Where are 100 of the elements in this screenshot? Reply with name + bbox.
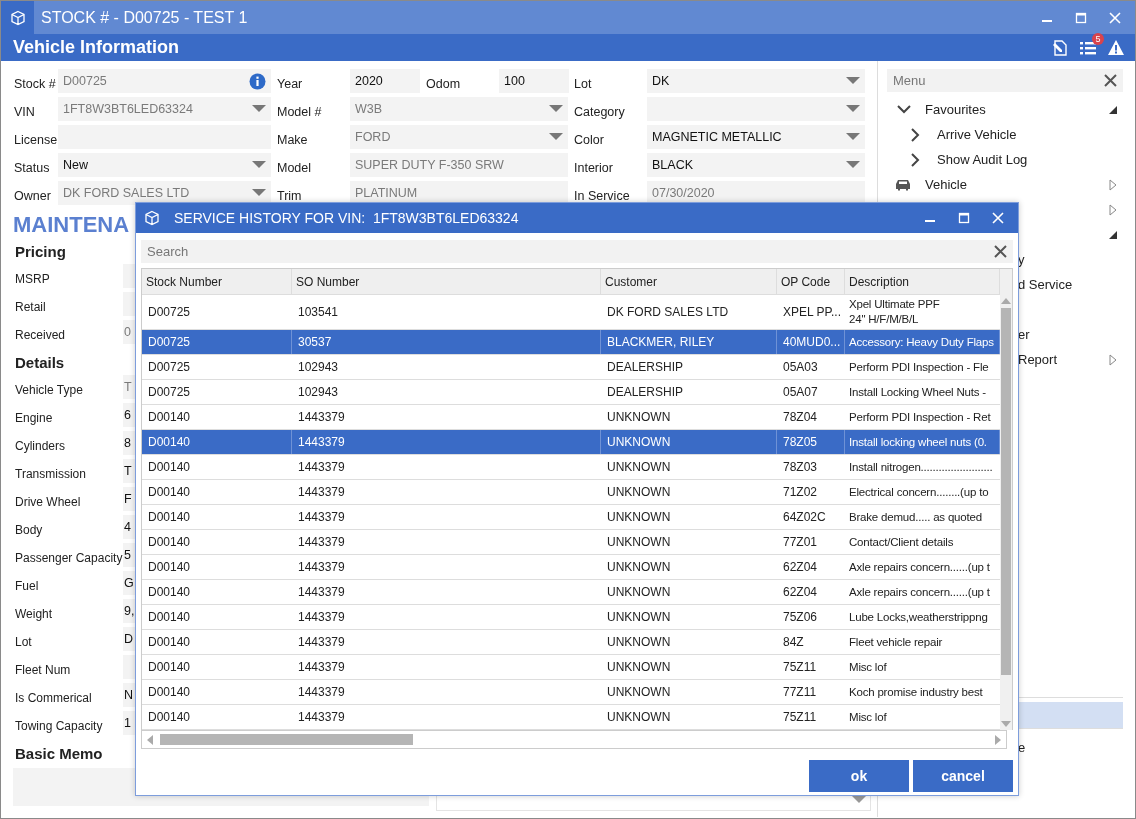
chevron-icon[interactable] bbox=[911, 152, 920, 167]
field-label: Make bbox=[277, 132, 309, 147]
maximize-icon[interactable] bbox=[958, 212, 970, 224]
dropdown-field[interactable]: DK bbox=[647, 69, 865, 93]
table-cell-text: 1443379 bbox=[297, 408, 346, 426]
menu-item[interactable]: d Service bbox=[1018, 277, 1073, 292]
scrollbar-thumb[interactable] bbox=[160, 734, 413, 745]
scrollbar-thumb[interactable] bbox=[1001, 308, 1011, 675]
table-row[interactable]: D00140 1443379 UNKNOWN 62Z04 Axle repairs concern......(up t bbox=[142, 580, 1000, 605]
table-cell-text: 05A07 bbox=[782, 383, 819, 401]
table-cell-text: 05A03 bbox=[782, 358, 819, 376]
section-heading: MAINTENA bbox=[13, 213, 130, 237]
submenu-arrow-icon[interactable] bbox=[1109, 178, 1117, 191]
menu-item[interactable]: er bbox=[1018, 327, 1030, 342]
field-label: Year bbox=[277, 76, 304, 91]
field-label: VIN bbox=[14, 104, 36, 119]
table-cell-text: 102943 bbox=[297, 383, 340, 401]
field-label: Model bbox=[277, 160, 313, 175]
column-header[interactable]: SO Number bbox=[292, 269, 601, 294]
field-label: Odom bbox=[426, 76, 462, 91]
submenu-arrow-icon[interactable] bbox=[1109, 203, 1117, 216]
table-row[interactable]: D00725 102943 DEALERSHIP 05A07 Install Locking Wheel Nuts - bbox=[142, 380, 1000, 405]
menu-item[interactable]: Show Audit Log bbox=[937, 152, 1028, 167]
table-row[interactable]: D00725 30537 BLACKMER, RILEY 40MUD0... Accessory: Heavy Duty Flaps bbox=[142, 330, 1000, 355]
expanded-corner-icon[interactable] bbox=[1109, 105, 1117, 114]
table-cell-text: 1443379 bbox=[297, 608, 346, 626]
column-header[interactable]: Stock Number bbox=[142, 269, 292, 294]
ok-button[interactable]: ok bbox=[809, 760, 909, 792]
table-cell: 30537 bbox=[292, 330, 601, 354]
menu-item[interactable]: Vehicle bbox=[925, 177, 967, 192]
caret-icon[interactable] bbox=[846, 133, 860, 141]
table-cell-text: D00140 bbox=[147, 558, 192, 576]
car-icon bbox=[895, 178, 911, 191]
table-row[interactable]: D00140 1443379 UNKNOWN 78Z03 Install nitrogen........................ bbox=[142, 455, 1000, 480]
scroll-right-icon[interactable] bbox=[994, 733, 1002, 746]
table-cell-text: Perform PDI Inspection - Fle bbox=[848, 359, 990, 375]
menu-item[interactable]: e bbox=[1018, 739, 1026, 755]
table-cell-text: Install nitrogen........................ bbox=[848, 459, 994, 475]
table-row[interactable]: D00140 1443379 UNKNOWN 75Z06 Lube Locks,weatherstrippng bbox=[142, 605, 1000, 630]
field-label: Color bbox=[574, 132, 605, 147]
scroll-up-icon[interactable] bbox=[1000, 297, 1012, 305]
table-row[interactable]: D00140 1443379 UNKNOWN 84Z Fleet vehicle repair bbox=[142, 630, 1000, 655]
input-field[interactable]: 100 bbox=[499, 69, 569, 93]
table-cell-text: 1443379 bbox=[297, 683, 346, 701]
close-icon[interactable] bbox=[994, 245, 1007, 258]
table-cell-text: D00140 bbox=[147, 483, 192, 501]
table-row[interactable]: D00140 1443379 UNKNOWN 77Z01 Contact/Client details bbox=[142, 530, 1000, 555]
input-field[interactable]: 2020 bbox=[350, 69, 420, 93]
maximize-icon[interactable] bbox=[1075, 11, 1087, 24]
caret-icon[interactable] bbox=[846, 77, 860, 85]
table-cell-text: Axle repairs concern......(up t bbox=[848, 559, 991, 575]
scroll-left-icon[interactable] bbox=[146, 733, 154, 746]
warning-icon[interactable] bbox=[1107, 39, 1125, 56]
dropdown-field[interactable]: MAGNETIC METALLIC bbox=[647, 125, 865, 149]
table-cell-text: 64Z02C bbox=[782, 508, 827, 526]
document-edit-icon[interactable] bbox=[1051, 38, 1069, 57]
cancel-button[interactable]: cancel bbox=[913, 760, 1013, 792]
dropdown-field[interactable]: New bbox=[58, 153, 271, 177]
close-icon[interactable] bbox=[1104, 74, 1117, 87]
table-cell-text: D00140 bbox=[147, 608, 192, 626]
table-row[interactable]: D00140 1443379 UNKNOWN 78Z05 Install locking wheel nuts (0. bbox=[142, 430, 1000, 455]
group-heading: Details bbox=[15, 354, 65, 371]
vertical-scrollbar[interactable] bbox=[1000, 269, 1012, 730]
table-row[interactable]: D00140 1443379 UNKNOWN 64Z02C Brake demud..... as quoted bbox=[142, 505, 1000, 530]
dropdown-field[interactable]: BLACK bbox=[647, 153, 865, 177]
table-row[interactable]: D00140 1443379 UNKNOWN 75Z11 Misc lof bbox=[142, 655, 1000, 680]
table-cell-text: DEALERSHIP bbox=[606, 383, 685, 401]
dropdown-field[interactable] bbox=[647, 97, 865, 121]
table-cell-text: Misc lof bbox=[848, 659, 888, 675]
search-field[interactable]: Search bbox=[141, 240, 1013, 263]
table-cell-text: 78Z03 bbox=[782, 458, 819, 476]
table-row[interactable]: D00140 1443379 UNKNOWN 77Z11 Koch promise industry best bbox=[142, 680, 1000, 705]
table-cell-text: D00140 bbox=[147, 708, 192, 726]
chevron-icon[interactable] bbox=[897, 105, 911, 114]
table-row[interactable]: D00725 102943 DEALERSHIP 05A03 Perform PDI Inspection - Fle bbox=[142, 355, 1000, 380]
field-label: Stock # bbox=[14, 76, 57, 91]
menu-search-field[interactable]: Menu bbox=[887, 69, 1123, 92]
menu-item[interactable]: Favourites bbox=[925, 102, 986, 117]
chevron-icon[interactable] bbox=[911, 127, 920, 142]
table-row[interactable]: D00140 1443379 UNKNOWN 71Z02 Electrical concern........(up to bbox=[142, 480, 1000, 505]
caret-icon[interactable] bbox=[846, 105, 860, 113]
table-cell-text: 102943 bbox=[297, 358, 340, 376]
expanded-corner-icon[interactable] bbox=[1109, 230, 1117, 239]
table-row[interactable]: D00140 1443379 UNKNOWN 62Z04 Axle repairs concern......(up t bbox=[142, 555, 1000, 580]
table-cell-text: 75Z06 bbox=[782, 608, 819, 626]
column-header[interactable]: Customer bbox=[601, 269, 777, 294]
caret-icon[interactable] bbox=[846, 161, 860, 169]
table-cell-text: D00725 bbox=[147, 358, 192, 376]
column-header[interactable]: OP Code bbox=[777, 269, 845, 294]
menu-item[interactable]: Report bbox=[1018, 352, 1058, 367]
submenu-arrow-icon[interactable] bbox=[1109, 353, 1117, 366]
group-heading: Basic Memo bbox=[15, 745, 103, 762]
caret-icon[interactable] bbox=[252, 161, 266, 169]
table-row[interactable]: D00140 1443379 UNKNOWN 75Z11 Misc lof bbox=[142, 705, 1000, 730]
table-cell-text: 75Z11 bbox=[782, 658, 818, 676]
menu-item[interactable]: Arrive Vehicle bbox=[937, 127, 1017, 142]
scroll-down-icon[interactable] bbox=[1000, 720, 1012, 728]
horizontal-scrollbar[interactable] bbox=[141, 730, 1007, 749]
list-icon[interactable] bbox=[1079, 39, 1097, 56]
table-cell-text: UNKNOWN bbox=[606, 658, 672, 676]
